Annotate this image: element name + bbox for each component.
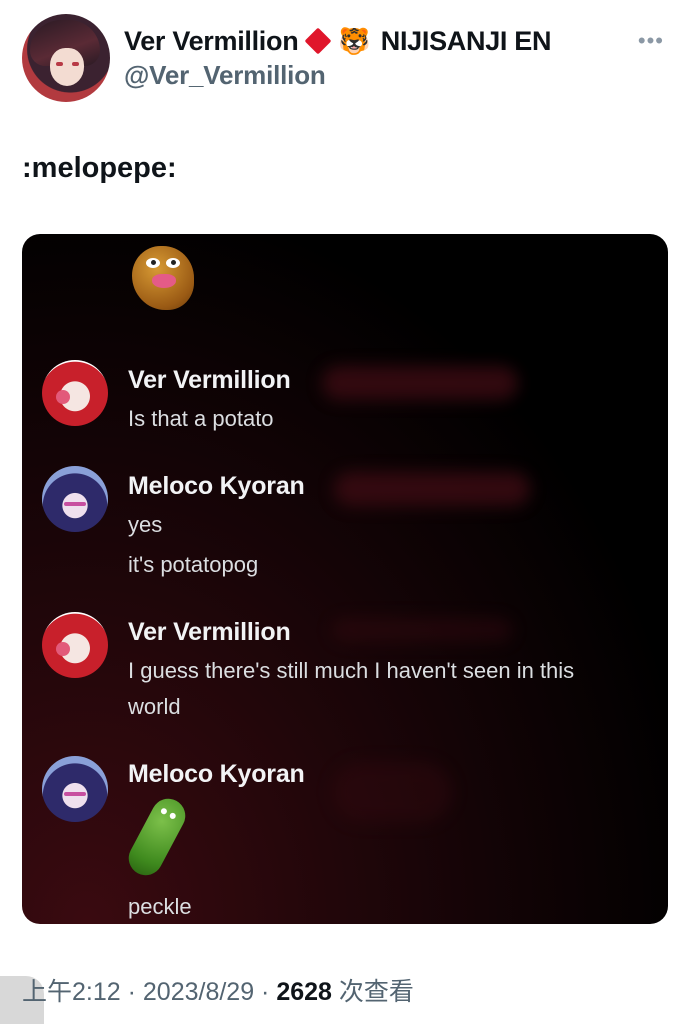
- tiger-face-icon: 🐯: [338, 26, 371, 56]
- author-avatar[interactable]: [22, 14, 110, 102]
- view-count: 2628: [276, 978, 332, 1006]
- tweet-header: Ver Vermillion 🐯 NIJISANJI EN @Ver_Vermi…: [22, 14, 672, 102]
- redaction-blur: [334, 472, 530, 506]
- tweet-text: :melopepe:: [22, 152, 177, 184]
- tweet-date[interactable]: 2023/8/29: [143, 978, 254, 1006]
- more-options-icon[interactable]: •••: [638, 28, 664, 54]
- message-avatar-meloco[interactable]: [42, 466, 108, 532]
- author-display-name[interactable]: Ver Vermillion: [124, 26, 299, 57]
- message-text: peckle: [128, 894, 192, 919]
- message-author[interactable]: Ver Vermillion: [128, 618, 291, 647]
- tweet-page: Ver Vermillion 🐯 NIJISANJI EN @Ver_Vermi…: [0, 0, 690, 1024]
- message-author[interactable]: Meloco Kyoran: [128, 760, 305, 789]
- message-avatar-ver[interactable]: [42, 360, 108, 426]
- red-diamond-icon: [304, 27, 332, 55]
- message-text: it's potatopog: [128, 552, 259, 577]
- message-avatar-ver[interactable]: [42, 612, 108, 678]
- redaction-blur: [332, 618, 512, 642]
- redaction-blur: [332, 762, 452, 822]
- message-author[interactable]: Ver Vermillion: [128, 366, 291, 395]
- author-handle[interactable]: @Ver_Vermillion: [124, 60, 326, 91]
- message-text: Is that a potato: [128, 406, 274, 431]
- tweet-time[interactable]: 上午2:12: [22, 978, 121, 1006]
- potato-emoji-icon: [132, 246, 194, 310]
- tweet-metadata: 上午2:12 · 2023/8/29 · 2628 次查看: [22, 972, 414, 1008]
- separator: ·: [120, 978, 143, 1006]
- tweet-media-image[interactable]: Ver Vermillion Is that a potato Meloco K…: [22, 234, 668, 924]
- message-avatar-meloco[interactable]: [42, 756, 108, 822]
- author-name-row[interactable]: Ver Vermillion 🐯 NIJISANJI EN: [124, 24, 552, 58]
- message-text: world: [128, 694, 181, 719]
- message-text: I guess there's still much I haven't see…: [128, 658, 575, 683]
- author-org: NIJISANJI EN: [380, 25, 552, 56]
- view-count-label: 次查看: [331, 978, 414, 1006]
- separator: ·: [254, 978, 277, 1006]
- redaction-blur: [322, 366, 518, 400]
- message-author[interactable]: Meloco Kyoran: [128, 472, 305, 501]
- message-text: yes: [128, 512, 163, 537]
- pickle-emoji-icon: [122, 792, 192, 882]
